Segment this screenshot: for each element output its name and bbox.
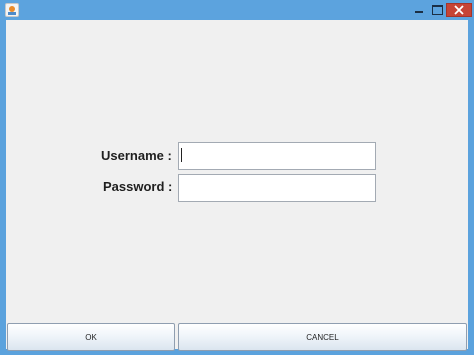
application-window: Username : Password : OK CANCEL — [0, 0, 474, 355]
password-label: Password : — [103, 179, 173, 194]
title-bar[interactable] — [0, 0, 474, 20]
close-icon[interactable] — [446, 3, 472, 17]
password-field[interactable] — [178, 174, 376, 202]
username-label: Username : — [101, 148, 172, 163]
ok-button[interactable]: OK — [7, 323, 175, 351]
maximize-icon[interactable] — [428, 3, 446, 16]
minimize-icon[interactable] — [410, 3, 428, 16]
cancel-button[interactable]: CANCEL — [178, 323, 467, 351]
text-caret — [181, 148, 182, 162]
java-icon[interactable] — [5, 3, 19, 17]
username-field[interactable] — [178, 142, 376, 170]
login-panel: Username : Password : OK CANCEL — [6, 20, 468, 351]
